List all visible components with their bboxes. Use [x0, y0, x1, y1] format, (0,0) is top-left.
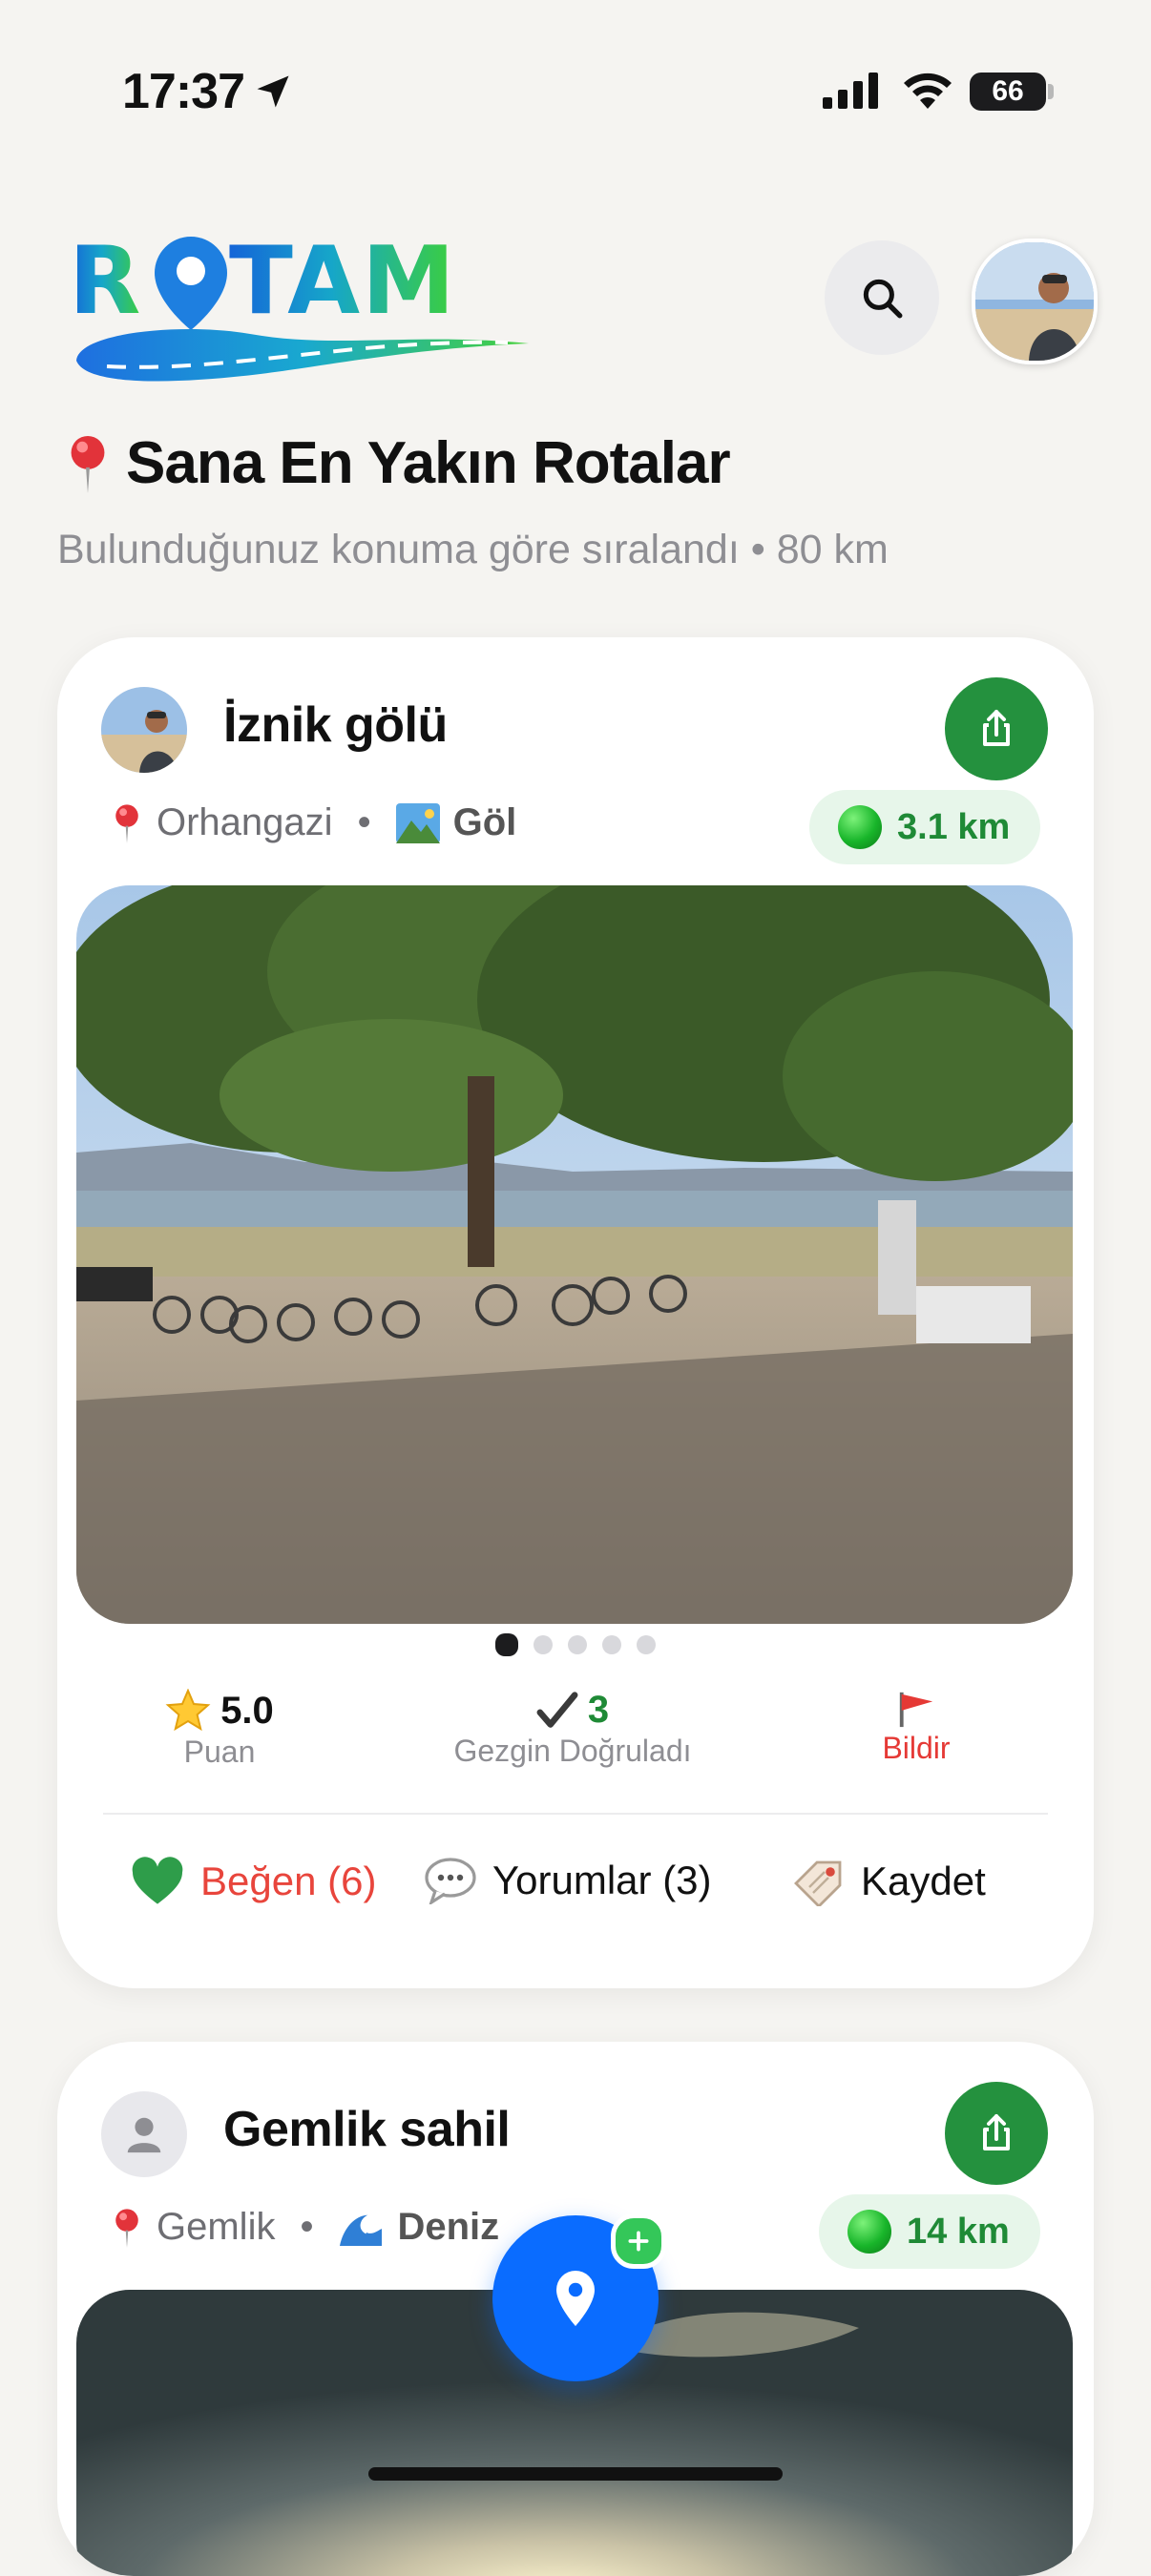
rating-stat: 5.0 Puan	[115, 1689, 324, 1770]
comments-button[interactable]: Yorumlar (3)	[424, 1857, 712, 1904]
distance-badge: 3.1 km	[809, 790, 1041, 864]
bookmark-tag-icon	[794, 1860, 842, 1906]
checkmark-icon	[536, 1691, 578, 1728]
green-circle-icon	[838, 805, 882, 849]
search-button[interactable]	[825, 240, 939, 355]
landscape-icon	[395, 802, 440, 843]
app-logo: R TAM	[69, 227, 536, 399]
pager-dot[interactable]	[602, 1635, 621, 1654]
share-button[interactable]	[945, 2082, 1048, 2185]
route-location: Orhangazi	[157, 801, 333, 843]
share-icon	[983, 2114, 1010, 2150]
pin-icon	[115, 2208, 138, 2248]
svg-text:R: R	[69, 227, 142, 336]
route-meta: Gemlik • Deniz	[111, 2206, 499, 2249]
pager-dot[interactable]	[534, 1635, 553, 1654]
wifi-icon	[904, 73, 952, 109]
location-arrow-icon	[257, 75, 289, 108]
route-photo[interactable]	[76, 885, 1073, 1624]
location-pin-icon	[556, 2271, 595, 2326]
pager-dot[interactable]	[568, 1635, 587, 1654]
author-avatar[interactable]	[101, 687, 187, 773]
section-title: Sana En Yakın Rotalar	[63, 429, 731, 497]
verified-stat: 3 Gezgin Doğruladı	[453, 1689, 692, 1768]
wave-icon	[340, 2213, 383, 2246]
route-category: Deniz	[397, 2206, 500, 2248]
heart-icon	[132, 1857, 183, 1904]
save-button[interactable]: Kaydet	[790, 1857, 986, 1906]
profile-avatar[interactable]	[972, 239, 1098, 364]
green-circle-icon	[848, 2210, 891, 2254]
like-button[interactable]: Beğen (6)	[130, 1857, 376, 1906]
section-subtitle: Bulunduğunuz konuma göre sıralandı • 80 …	[57, 527, 889, 572]
speech-bubble-icon	[425, 1858, 476, 1904]
plus-icon	[611, 2213, 666, 2269]
red-flag-icon	[899, 1692, 933, 1728]
route-actions: Beğen (6) Yorumlar (3) Kaydet	[57, 1857, 1094, 1942]
status-time: 17:37	[122, 64, 245, 119]
share-button[interactable]	[945, 677, 1048, 780]
report-button[interactable]: Bildir	[840, 1689, 993, 1766]
pager-dot[interactable]	[637, 1635, 656, 1654]
route-stats: 5.0 Puan 3 Gezgin Doğruladı Bildir	[57, 1689, 1094, 1794]
svg-text:TAM: TAM	[229, 227, 457, 336]
search-icon	[863, 279, 903, 319]
pin-icon	[71, 435, 105, 493]
star-icon	[165, 1689, 211, 1732]
person-icon	[127, 2117, 161, 2153]
route-title[interactable]: Gemlik sahil	[223, 2101, 511, 2158]
author-avatar-placeholder[interactable]	[101, 2091, 187, 2177]
cellular-signal-icon	[823, 73, 878, 109]
share-icon	[983, 710, 1010, 746]
distance-badge: 14 km	[819, 2194, 1040, 2269]
route-meta: Orhangazi • Göl	[111, 801, 516, 844]
battery-indicator: 66	[970, 73, 1046, 111]
route-category: Göl	[452, 801, 517, 843]
route-card[interactable]: İznik gölü Orhangazi • Göl 3.1 km 5.0 Pu…	[57, 637, 1094, 1988]
home-indicator	[368, 2467, 783, 2481]
divider	[103, 1813, 1048, 1815]
status-bar: 17:37 66	[0, 0, 1151, 181]
route-title[interactable]: İznik gölü	[223, 696, 448, 754]
route-location: Gemlik	[157, 2206, 276, 2248]
pin-icon	[115, 803, 138, 843]
pager-dot[interactable]	[495, 1633, 518, 1656]
photo-pager[interactable]	[57, 1633, 1094, 1656]
